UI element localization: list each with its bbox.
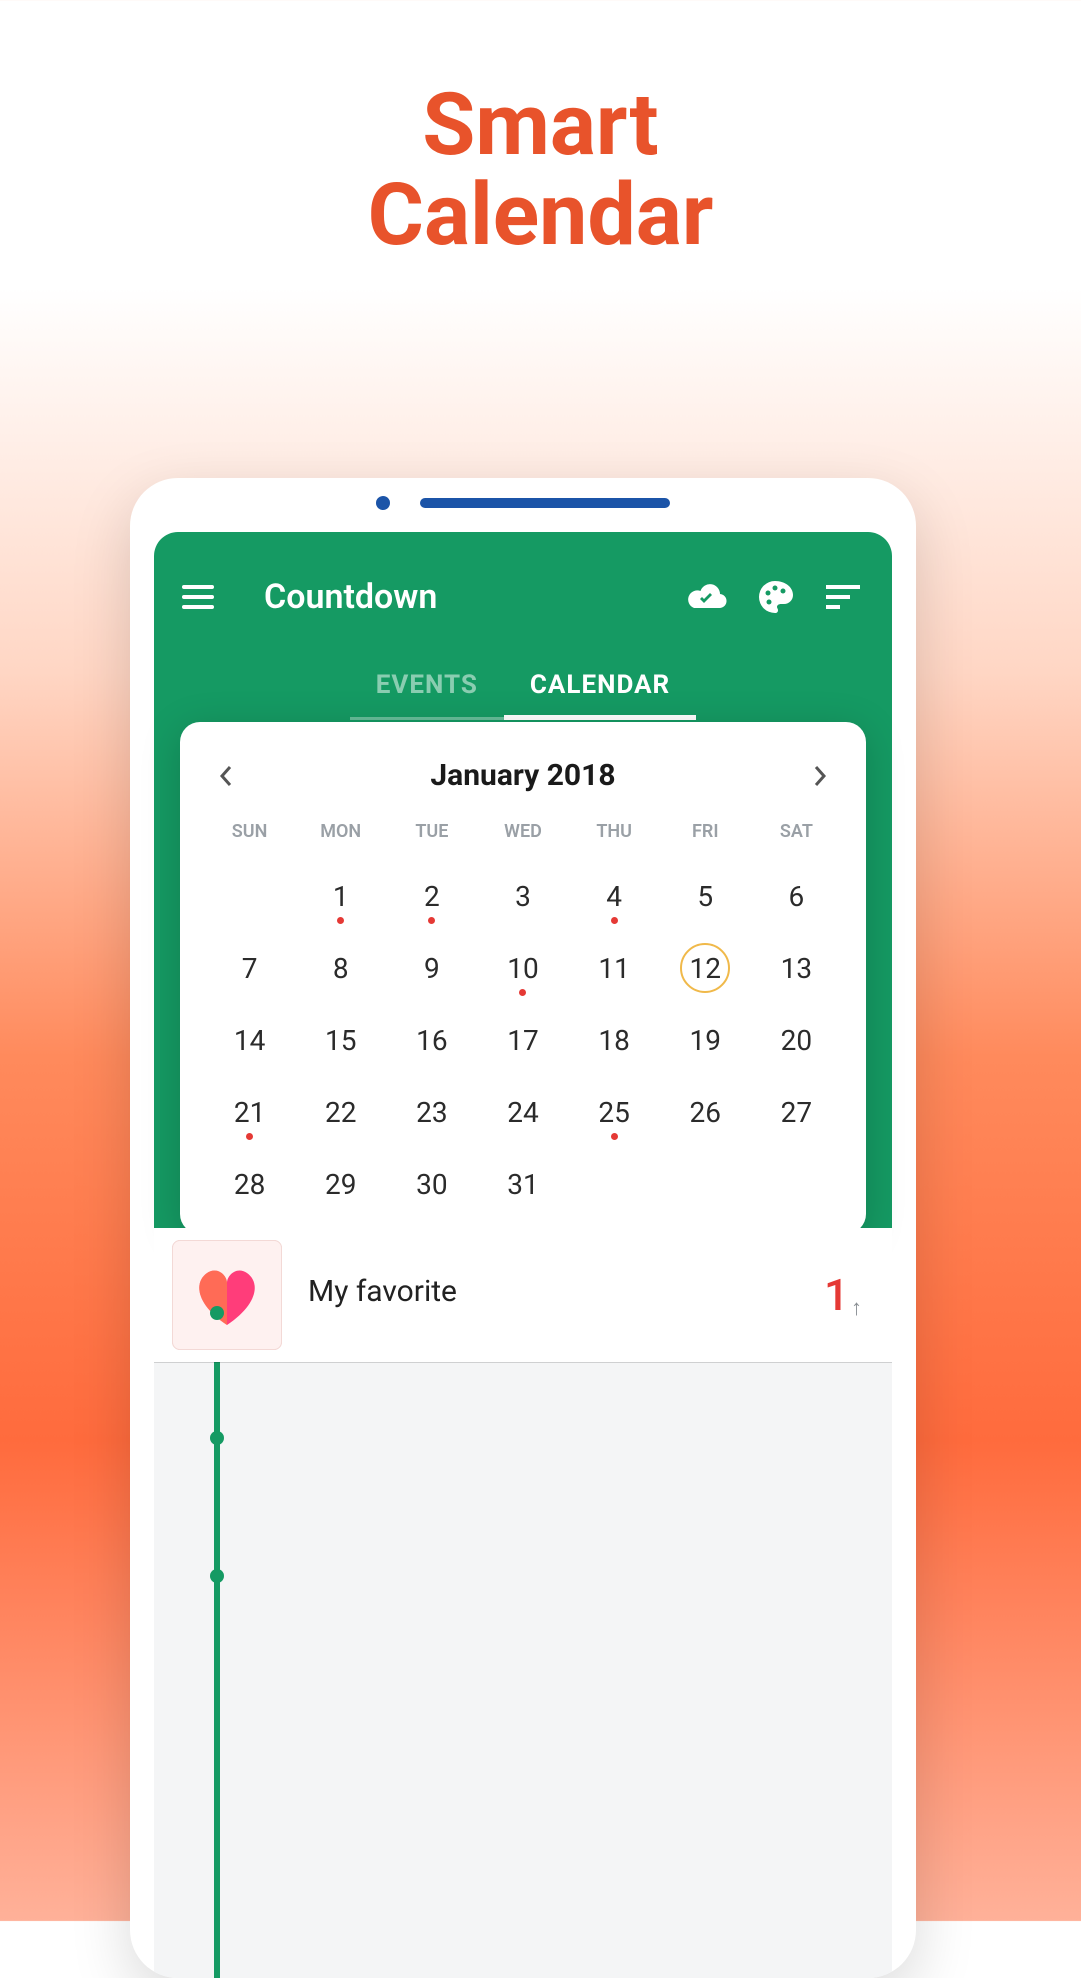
timeline-dot-icon — [210, 1569, 224, 1583]
calendar-day[interactable]: 12 — [660, 932, 751, 1004]
calendar-day[interactable]: 1 — [295, 860, 386, 932]
sort-button[interactable] — [822, 576, 864, 618]
day-of-week-label: TUE — [386, 811, 477, 860]
app-title: Countdown — [264, 577, 437, 617]
calendar-day[interactable]: 6 — [751, 860, 842, 932]
timeline-dot-icon — [210, 1431, 224, 1445]
calendar-day[interactable]: 4 — [569, 860, 660, 932]
promo-headline: Smart Calendar — [0, 0, 1081, 261]
calendar-day[interactable]: 24 — [477, 1076, 568, 1148]
calendar-day — [569, 1148, 660, 1220]
camera-dot-icon — [376, 496, 390, 510]
calendar-day[interactable]: 21 — [204, 1076, 295, 1148]
calendar-grid: SUNMONTUEWEDTHUFRISAT1234567891011121314… — [204, 811, 842, 1220]
calendar-month-label: January 2018 — [430, 758, 615, 793]
day-of-week-label: FRI — [660, 811, 751, 860]
tab-bar: EVENTS CALENDAR — [154, 654, 892, 716]
calendar-day[interactable]: 18 — [569, 1004, 660, 1076]
calendar-day[interactable]: 2 — [386, 860, 477, 932]
calendar-day[interactable]: 25 — [569, 1076, 660, 1148]
event-count-number: 1 — [824, 1269, 849, 1321]
timeline-dot-icon — [210, 1306, 224, 1320]
day-of-week-label: MON — [295, 811, 386, 860]
headline-line-2: Calendar — [368, 164, 714, 265]
calendar-day[interactable]: 20 — [751, 1004, 842, 1076]
event-card[interactable]: My favorite 1↑ — [154, 1228, 892, 1362]
day-of-week-label: WED — [477, 811, 568, 860]
phone-frame: Countdown EVENTS CALENDAR January 2018 — [130, 478, 916, 1978]
calendar-day[interactable]: 28 — [204, 1148, 295, 1220]
calendar-day[interactable]: 27 — [751, 1076, 842, 1148]
calendar-day[interactable]: 17 — [477, 1004, 568, 1076]
calendar-day[interactable]: 19 — [660, 1004, 751, 1076]
app-bar: Countdown — [154, 532, 892, 644]
status-bar — [130, 478, 916, 508]
calendar-day[interactable]: 29 — [295, 1148, 386, 1220]
calendar-day — [660, 1148, 751, 1220]
event-dot-icon — [337, 917, 344, 924]
cloud-check-icon[interactable] — [686, 576, 728, 618]
calendar-day[interactable]: 31 — [477, 1148, 568, 1220]
day-of-week-label: SAT — [751, 811, 842, 860]
calendar-day — [751, 1148, 842, 1220]
event-dot-icon — [246, 1133, 253, 1140]
event-dot-icon — [519, 989, 526, 996]
event-countdown: 1↑ — [824, 1269, 862, 1321]
arrow-up-icon: ↑ — [851, 1295, 862, 1321]
calendar-day[interactable]: 7 — [204, 932, 295, 1004]
calendar-day[interactable]: 3 — [477, 860, 568, 932]
event-dot-icon — [611, 917, 618, 924]
theme-palette-icon[interactable] — [754, 576, 796, 618]
calendar-day[interactable]: 15 — [295, 1004, 386, 1076]
calendar-card: January 2018 SUNMONTUEWEDTHUFRISAT123456… — [180, 722, 866, 1234]
menu-button[interactable] — [182, 585, 214, 609]
calendar-day[interactable]: 26 — [660, 1076, 751, 1148]
calendar-day[interactable]: 8 — [295, 932, 386, 1004]
calendar-day[interactable]: 30 — [386, 1148, 477, 1220]
calendar-day — [204, 860, 295, 932]
event-title: My favorite — [308, 1274, 824, 1309]
heart-icon — [172, 1240, 282, 1350]
speaker-pill-icon — [420, 498, 670, 508]
day-of-week-label: THU — [569, 811, 660, 860]
headline-line-1: Smart — [422, 74, 658, 175]
calendar-header: January 2018 — [204, 748, 842, 811]
calendar-day[interactable]: 22 — [295, 1076, 386, 1148]
calendar-day[interactable]: 23 — [386, 1076, 477, 1148]
event-dot-icon — [428, 917, 435, 924]
tab-calendar[interactable]: CALENDAR — [504, 654, 696, 716]
prev-month-button[interactable] — [218, 768, 234, 784]
day-of-week-label: SUN — [204, 811, 295, 860]
calendar-day[interactable]: 11 — [569, 932, 660, 1004]
event-dot-icon — [611, 1133, 618, 1140]
calendar-day[interactable]: 13 — [751, 932, 842, 1004]
event-body: My favorite — [282, 1274, 824, 1317]
calendar-day[interactable]: 10 — [477, 932, 568, 1004]
tab-events[interactable]: EVENTS — [350, 654, 504, 716]
calendar-day[interactable]: 5 — [660, 860, 751, 932]
events-area: January 2018 Date January 21, 9:00 AM 8↓… — [154, 1228, 892, 1978]
calendar-day[interactable]: 16 — [386, 1004, 477, 1076]
calendar-day[interactable]: 9 — [386, 932, 477, 1004]
calendar-day[interactable]: 14 — [204, 1004, 295, 1076]
next-month-button[interactable] — [812, 768, 828, 784]
